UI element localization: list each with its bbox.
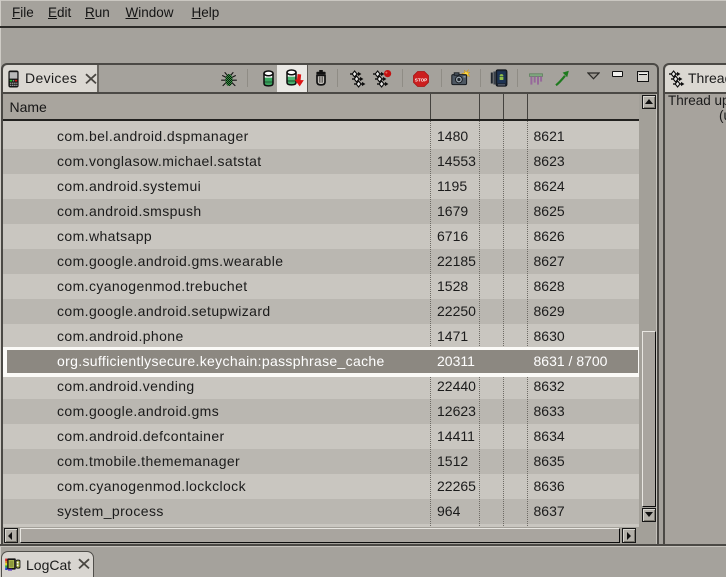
svg-text:STOP: STOP <box>415 77 427 82</box>
